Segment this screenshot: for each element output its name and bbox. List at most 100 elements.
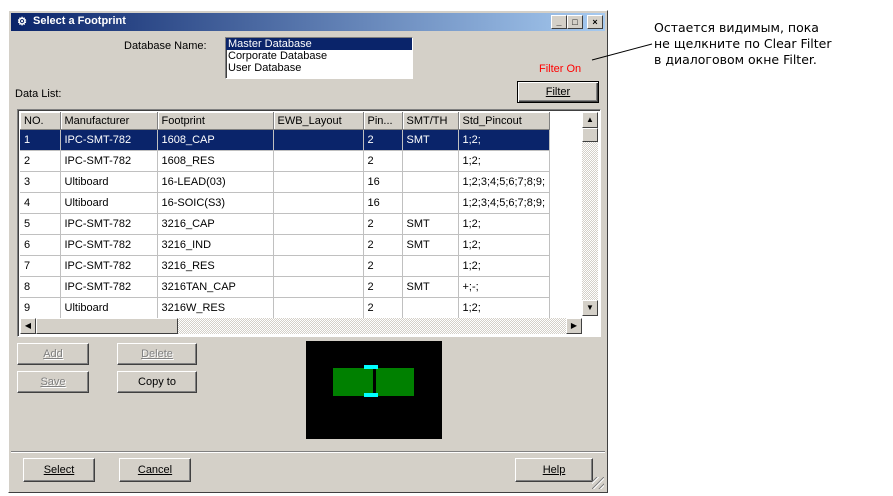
cell-manufacturer: IPC-SMT-782 [60,255,158,277]
cell-std-pincout: 1;2; [458,150,551,172]
horizontal-scroll-thumb[interactable] [36,318,178,334]
cancel-button-label: Cancel [137,464,173,476]
help-button[interactable]: Help [515,458,593,482]
cell-footprint: 3216W_RES [157,297,274,319]
vertical-scroll-thumb[interactable] [582,128,598,142]
filter-button[interactable]: Filter [517,81,599,103]
cell-smt-th: SMT [402,234,459,256]
cell-std-pincout: 1;2; [458,234,551,256]
cell-ewb-layout [273,234,364,256]
cell-footprint: 3216_RES [157,255,274,277]
cell-manufacturer: IPC-SMT-782 [60,213,158,235]
callout-note: Остается видимым, пока не щелкните по Cl… [654,20,832,68]
delete-button[interactable]: Delete [117,343,197,365]
database-option-corporate[interactable]: Corporate Database [226,50,412,62]
callout-line-2: не щелкните по Clear Filter [654,36,832,51]
database-option-master[interactable]: Master Database [226,38,412,50]
scroll-up-arrow-icon[interactable]: ▲ [582,112,598,128]
col-header-smt-th[interactable]: SMT/TH [402,112,459,130]
cell-std-pincout: 1;2;3;4;5;6;7;8;9; [458,192,551,214]
table-row[interactable]: 8 IPC-SMT-782 3216TAN_CAP 2 SMT +;-; [20,276,551,298]
cell-pin: 2 [363,213,403,235]
cell-ewb-layout [273,171,364,193]
database-listbox[interactable]: Master Database Corporate Database User … [225,37,413,79]
cell-manufacturer: IPC-SMT-782 [60,129,158,151]
cell-pin: 2 [363,276,403,298]
cell-std-pincout: 1;2; [458,129,551,151]
col-header-pin[interactable]: Pin... [363,112,403,130]
col-header-std-pincout[interactable]: Std_Pincout [458,112,551,130]
filter-button-label: Filter [545,86,571,98]
footprint-preview [306,341,442,439]
cell-footprint: 3216TAN_CAP [157,276,274,298]
cell-std-pincout: 1;2; [458,297,551,319]
table-row[interactable]: 5 IPC-SMT-782 3216_CAP 2 SMT 1;2; [20,213,551,235]
vertical-scrollbar[interactable]: ▲ ▼ [582,112,598,316]
cell-smt-th: SMT [402,276,459,298]
minimize-button[interactable]: _ [551,15,567,29]
table-row[interactable]: 4 Ultiboard 16-SOIC(S3) 16 1;2;3;4;5;6;7;8;9… [20,192,551,214]
cell-std-pincout: 1;2; [458,255,551,277]
callout-line-1: Остается видимым, пока [654,20,819,35]
cell-manufacturer: Ultiboard [60,192,158,214]
cell-no: 9 [20,297,61,319]
cell-manufacturer: Ultiboard [60,297,158,319]
callout-line-3: в диалоговом окне Filter. [654,52,817,67]
footprint-grid: NO. Manufacturer Footprint EWB_Layout Pi… [20,112,551,319]
cell-std-pincout: 1;2;3;4;5;6;7;8;9; [458,171,551,193]
table-row[interactable]: 6 IPC-SMT-782 3216_IND 2 SMT 1;2; [20,234,551,256]
table-row[interactable]: 7 IPC-SMT-782 3216_RES 2 1;2; [20,255,551,277]
data-list-label: Data List: [15,88,62,100]
scroll-down-arrow-icon[interactable]: ▼ [582,300,598,316]
cell-no: 5 [20,213,61,235]
cell-manufacturer: IPC-SMT-782 [60,150,158,172]
col-header-no[interactable]: NO. [20,112,61,130]
col-header-ewb-layout[interactable]: EWB_Layout [273,112,364,130]
maximize-button[interactable]: □ [567,15,583,29]
cell-manufacturer: IPC-SMT-782 [60,276,158,298]
select-footprint-dialog: ⚙ Select a Footprint _ □ × Database Name… [8,10,608,493]
cell-ewb-layout [273,255,364,277]
cell-manufacturer: Ultiboard [60,171,158,193]
select-button[interactable]: Select [23,458,95,482]
close-button[interactable]: × [587,15,603,29]
cell-pin: 16 [363,171,403,193]
scroll-left-arrow-icon[interactable]: ◀ [20,318,36,334]
save-button[interactable]: Save [17,371,89,393]
cell-smt-th [402,192,459,214]
filter-status: Filter On [539,63,582,75]
cell-footprint: 16-SOIC(S3) [157,192,274,214]
title-bar[interactable]: ⚙ Select a Footprint _ □ × [11,13,605,31]
footprint-pad-right [376,368,414,396]
cell-ewb-layout [273,276,364,298]
database-option-user[interactable]: User Database [226,62,412,74]
cell-pin: 16 [363,192,403,214]
table-row[interactable]: 1 IPC-SMT-782 1608_CAP 2 SMT 1;2; [20,129,551,151]
divider [11,451,605,453]
cell-std-pincout: 1;2; [458,213,551,235]
cell-ewb-layout [273,297,364,319]
table-row[interactable]: 2 IPC-SMT-782 1608_RES 2 1;2; [20,150,551,172]
help-button-label: Help [542,464,566,476]
resize-grip-icon[interactable] [592,477,604,489]
database-name-label: Database Name: [124,40,207,52]
table-row[interactable]: 9 Ultiboard 3216W_RES 2 1;2; [20,297,551,319]
cell-no: 2 [20,150,61,172]
cell-smt-th [402,255,459,277]
cell-pin: 2 [363,129,403,151]
copy-to-button[interactable]: Copy to [117,371,197,393]
cell-smt-th [402,150,459,172]
footprint-pad-left [333,368,373,396]
col-header-footprint[interactable]: Footprint [157,112,274,130]
table-row[interactable]: 3 Ultiboard 16-LEAD(03) 16 1;2;3;4;5;6;7;8;9… [20,171,551,193]
select-button-label: Select [43,464,75,476]
cell-footprint: 1608_RES [157,150,274,172]
cell-no: 1 [20,129,61,151]
horizontal-scrollbar[interactable]: ◀ ▶ [20,318,582,334]
add-button[interactable]: Add [17,343,89,365]
cancel-button[interactable]: Cancel [119,458,191,482]
cell-footprint: 3216_IND [157,234,274,256]
col-header-manufacturer[interactable]: Manufacturer [60,112,158,130]
scroll-right-arrow-icon[interactable]: ▶ [566,318,582,334]
cell-pin: 2 [363,255,403,277]
